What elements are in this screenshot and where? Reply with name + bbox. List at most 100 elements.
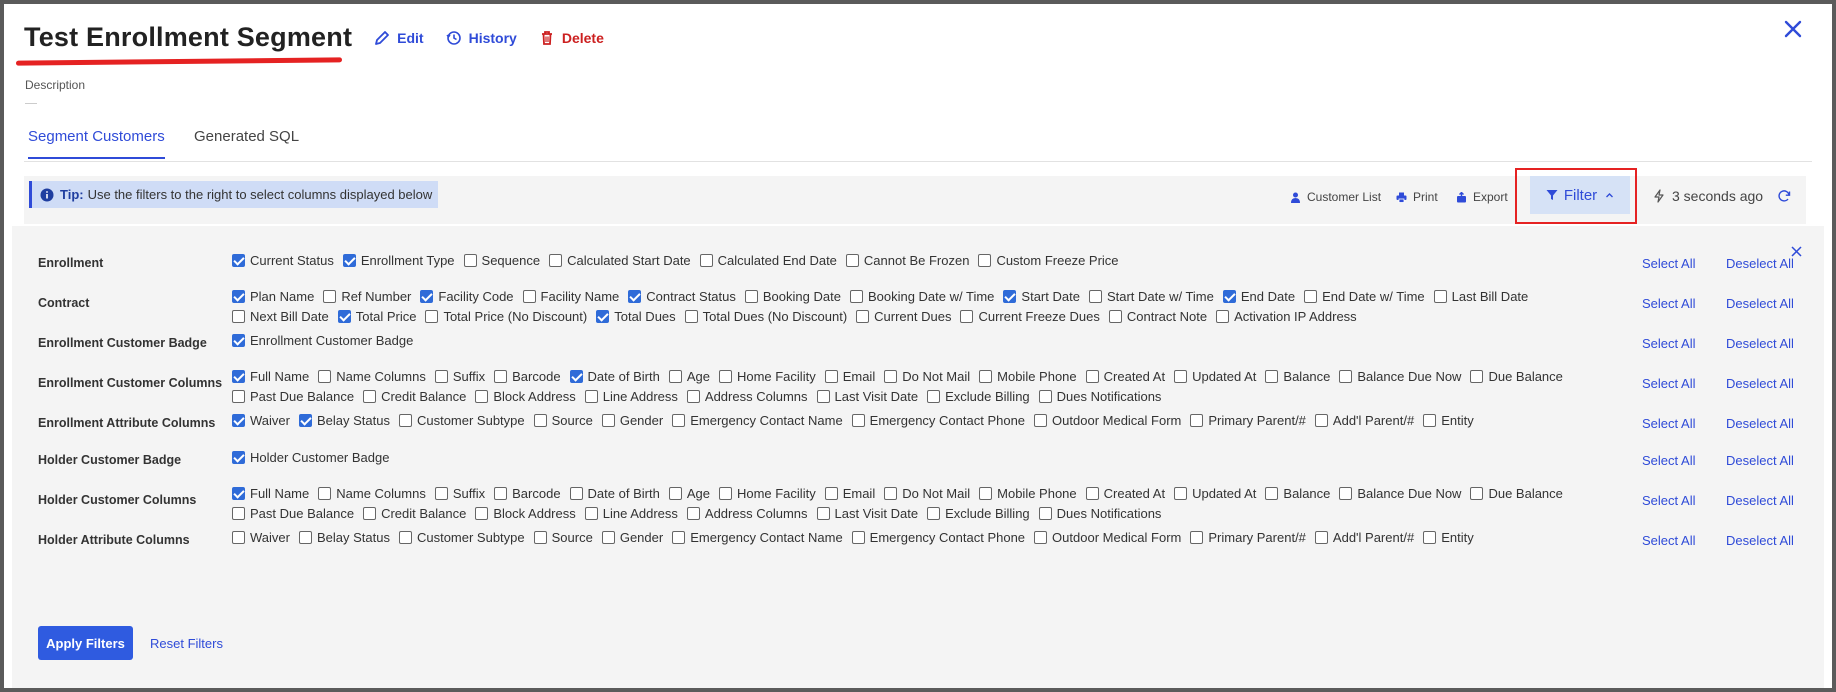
- filter-checkbox[interactable]: Updated At: [1174, 368, 1256, 384]
- checkbox-unchecked-icon[interactable]: [232, 506, 245, 520]
- filter-checkbox[interactable]: Gender: [601, 529, 663, 545]
- filter-checkbox[interactable]: Name Columns: [318, 485, 426, 501]
- filter-checkbox[interactable]: Due Balance: [1470, 485, 1563, 501]
- filter-checkbox[interactable]: Barcode: [494, 485, 561, 501]
- filter-checkbox[interactable]: Entity: [1423, 412, 1474, 428]
- checkbox-unchecked-icon[interactable]: [927, 506, 941, 520]
- filter-checkbox[interactable]: Holder Customer Badge: [232, 449, 389, 465]
- filter-checkbox[interactable]: Outdoor Medical Form: [1034, 529, 1181, 545]
- filter-checkbox[interactable]: Home Facility: [718, 485, 816, 501]
- filter-checkbox[interactable]: Line Address: [584, 505, 678, 521]
- checkbox-unchecked-icon[interactable]: [672, 413, 686, 427]
- checkbox-unchecked-icon[interactable]: [884, 369, 898, 383]
- checkbox-unchecked-icon[interactable]: [363, 389, 377, 403]
- filter-checkbox[interactable]: Activation IP Address: [1216, 308, 1357, 324]
- checkbox-unchecked-icon[interactable]: [856, 309, 870, 323]
- checkbox-checked-icon[interactable]: [232, 289, 245, 303]
- filter-checkbox[interactable]: Date of Birth: [569, 485, 660, 501]
- checkbox-unchecked-icon[interactable]: [1034, 413, 1048, 427]
- checkbox-unchecked-icon[interactable]: [718, 486, 732, 500]
- filter-checkbox[interactable]: Balance: [1265, 368, 1330, 384]
- filter-checkbox[interactable]: Address Columns: [686, 505, 808, 521]
- filter-checkbox[interactable]: Age: [668, 485, 710, 501]
- deselect-all-link[interactable]: Deselect All: [1726, 336, 1794, 351]
- checkbox-unchecked-icon[interactable]: [398, 413, 412, 427]
- select-all-link[interactable]: Select All: [1642, 416, 1695, 431]
- filter-checkbox[interactable]: Full Name: [232, 368, 309, 384]
- history-button[interactable]: History: [446, 30, 517, 46]
- checkbox-unchecked-icon[interactable]: [363, 506, 377, 520]
- filter-checkbox[interactable]: Booking Date: [744, 288, 841, 304]
- select-all-link[interactable]: Select All: [1642, 533, 1695, 548]
- checkbox-unchecked-icon[interactable]: [824, 486, 838, 500]
- filter-checkbox[interactable]: Contract Status: [628, 288, 736, 304]
- deselect-all-link[interactable]: Deselect All: [1726, 493, 1794, 508]
- tab-segment-customers[interactable]: Segment Customers: [28, 128, 165, 159]
- filter-checkbox[interactable]: Suffix: [434, 368, 485, 384]
- filter-checkbox[interactable]: Dues Notifications: [1038, 388, 1161, 404]
- checkbox-unchecked-icon[interactable]: [744, 289, 758, 303]
- filter-checkbox[interactable]: Mobile Phone: [979, 368, 1077, 384]
- filter-checkbox[interactable]: Do Not Mail: [884, 485, 970, 501]
- filter-checkbox[interactable]: Past Due Balance: [232, 388, 354, 404]
- checkbox-unchecked-icon[interactable]: [1314, 413, 1328, 427]
- filter-checkbox[interactable]: Emergency Contact Name: [672, 529, 843, 545]
- checkbox-unchecked-icon[interactable]: [668, 369, 682, 383]
- checkbox-unchecked-icon[interactable]: [1265, 369, 1279, 383]
- checkbox-unchecked-icon[interactable]: [1085, 486, 1099, 500]
- checkbox-unchecked-icon[interactable]: [298, 530, 312, 544]
- checkbox-unchecked-icon[interactable]: [1190, 530, 1204, 544]
- filter-checkbox[interactable]: Start Date: [1003, 288, 1080, 304]
- filter-checkbox[interactable]: Booking Date w/ Time: [849, 288, 994, 304]
- filter-checkbox[interactable]: Source: [533, 412, 593, 428]
- filter-checkbox[interactable]: Primary Parent/#: [1190, 529, 1306, 545]
- checkbox-checked-icon[interactable]: [337, 309, 351, 323]
- filter-checkbox[interactable]: Waiver: [232, 412, 290, 428]
- filter-checkbox[interactable]: Source: [533, 529, 593, 545]
- checkbox-unchecked-icon[interactable]: [1470, 369, 1484, 383]
- checkbox-unchecked-icon[interactable]: [494, 369, 508, 383]
- checkbox-unchecked-icon[interactable]: [1174, 486, 1188, 500]
- apply-filters-button[interactable]: Apply Filters: [38, 626, 133, 660]
- checkbox-unchecked-icon[interactable]: [718, 369, 732, 383]
- filter-checkbox[interactable]: Emergency Contact Phone: [851, 529, 1025, 545]
- deselect-all-link[interactable]: Deselect All: [1726, 533, 1794, 548]
- checkbox-unchecked-icon[interactable]: [475, 389, 489, 403]
- checkbox-checked-icon[interactable]: [232, 369, 245, 383]
- filter-checkbox[interactable]: Full Name: [232, 485, 309, 501]
- edit-button[interactable]: Edit: [374, 30, 424, 46]
- delete-button[interactable]: Delete: [539, 30, 604, 46]
- filter-checkbox[interactable]: Customer Subtype: [398, 529, 525, 545]
- checkbox-unchecked-icon[interactable]: [686, 389, 700, 403]
- checkbox-checked-icon[interactable]: [1222, 289, 1236, 303]
- checkbox-unchecked-icon[interactable]: [884, 486, 898, 500]
- close-icon[interactable]: [1782, 18, 1804, 40]
- checkbox-unchecked-icon[interactable]: [824, 369, 838, 383]
- checkbox-unchecked-icon[interactable]: [1108, 309, 1122, 323]
- deselect-all-link[interactable]: Deselect All: [1726, 296, 1794, 311]
- filter-checkbox[interactable]: Last Visit Date: [816, 388, 918, 404]
- checkbox-checked-icon[interactable]: [420, 289, 434, 303]
- filter-checkbox[interactable]: Credit Balance: [363, 505, 466, 521]
- checkbox-unchecked-icon[interactable]: [1433, 289, 1447, 303]
- filter-checkbox[interactable]: Updated At: [1174, 485, 1256, 501]
- checkbox-unchecked-icon[interactable]: [584, 506, 598, 520]
- filter-checkbox[interactable]: Calculated Start Date: [549, 252, 691, 268]
- filter-checkbox[interactable]: Age: [668, 368, 710, 384]
- filter-checkbox[interactable]: Address Columns: [686, 388, 808, 404]
- checkbox-unchecked-icon[interactable]: [960, 309, 974, 323]
- checkbox-checked-icon[interactable]: [1003, 289, 1017, 303]
- select-all-link[interactable]: Select All: [1642, 256, 1695, 271]
- filter-checkbox[interactable]: Total Price: [337, 308, 416, 324]
- tab-generated-sql[interactable]: Generated SQL: [194, 128, 299, 157]
- checkbox-unchecked-icon[interactable]: [1339, 486, 1353, 500]
- checkbox-unchecked-icon[interactable]: [1304, 289, 1318, 303]
- filter-checkbox[interactable]: Custom Freeze Price: [978, 252, 1119, 268]
- checkbox-unchecked-icon[interactable]: [232, 309, 245, 323]
- filter-checkbox[interactable]: Plan Name: [232, 288, 314, 304]
- checkbox-unchecked-icon[interactable]: [672, 530, 686, 544]
- filter-checkbox[interactable]: Balance Due Now: [1339, 485, 1461, 501]
- filter-checkbox[interactable]: Exclude Billing: [927, 505, 1030, 521]
- export-button[interactable]: Export: [1456, 190, 1508, 204]
- filter-checkbox[interactable]: Enrollment Type: [342, 252, 455, 268]
